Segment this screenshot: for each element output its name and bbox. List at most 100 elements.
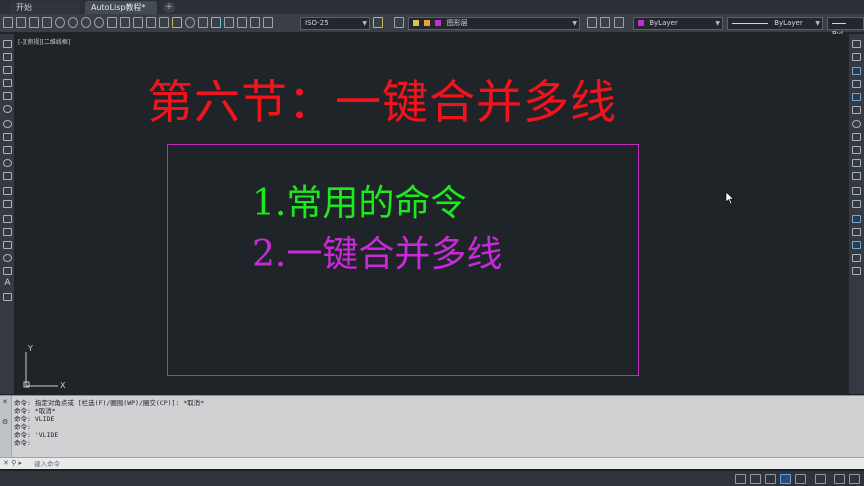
command-input[interactable] <box>34 459 854 468</box>
new-tab-button[interactable]: + <box>163 2 175 13</box>
command-window-grip[interactable]: ✕ ⚙ <box>0 396 12 458</box>
command-history-line: 命令: 指定对角点或 [栏选(F)/圈围(WP)/圈交(CP)]: *取消* <box>14 399 205 407</box>
object-snap-icon[interactable] <box>795 474 806 484</box>
dimension-break-icon[interactable] <box>159 17 169 28</box>
ucs-y-label: Y <box>27 344 33 353</box>
layer-name: 图形层 <box>446 19 468 27</box>
center-mark-icon[interactable] <box>185 17 195 28</box>
sun-icon <box>424 20 431 26</box>
lineweight-select[interactable]: ByL <box>827 17 864 38</box>
erase-icon[interactable] <box>852 40 861 48</box>
trim-icon[interactable] <box>852 159 861 167</box>
color-value: ByLayer <box>649 19 678 27</box>
drawing-canvas[interactable]: [-][俯视][二维线框] 第六节：一键合并多线 1.常用的命令 2.一键合并多… <box>16 34 848 394</box>
dimension-ordinate-icon[interactable] <box>42 17 52 28</box>
dimension-radius-icon[interactable] <box>55 17 65 28</box>
dimension-style-manager-icon[interactable] <box>373 17 383 28</box>
ellipse-icon[interactable] <box>3 159 12 167</box>
construction-line-icon[interactable] <box>3 53 12 61</box>
ucs-icon: Y X <box>23 344 66 390</box>
color-select[interactable]: ByLayer ▼ <box>633 17 723 30</box>
mirror-icon[interactable] <box>852 67 861 75</box>
stretch-icon[interactable] <box>852 146 861 154</box>
viewport-controls-label[interactable]: [-][俯视][二维线框] <box>18 37 70 46</box>
layer-select[interactable]: 图形层 ▼ <box>408 17 580 30</box>
dimension-diameter-icon[interactable] <box>81 17 91 28</box>
tab-start[interactable]: 开始 <box>10 1 80 14</box>
layer-match-icon[interactable] <box>614 17 624 28</box>
command-history-line: 命令: <box>14 439 31 447</box>
snap-mode-icon[interactable] <box>750 474 761 484</box>
ucs-x-label: X <box>60 381 66 390</box>
inspection-icon[interactable] <box>198 17 208 28</box>
copy-icon[interactable] <box>852 53 861 61</box>
insert-block-icon[interactable] <box>3 187 12 195</box>
slide-heading: 第六节：一键合并多线 <box>147 75 617 129</box>
array-icon[interactable] <box>852 93 861 101</box>
layer-properties-icon[interactable] <box>394 17 404 28</box>
dimension-edit-icon[interactable] <box>224 17 234 28</box>
workspace-switch-icon[interactable] <box>834 474 845 484</box>
explode-icon[interactable] <box>852 267 861 275</box>
rectangle-icon[interactable] <box>3 92 12 100</box>
linetype-select[interactable]: ByLayer ▼ <box>727 17 823 30</box>
arc-icon[interactable] <box>3 105 12 113</box>
dimension-angular-icon[interactable] <box>94 17 104 28</box>
move-icon[interactable] <box>852 106 861 114</box>
spline-icon[interactable] <box>3 146 12 154</box>
dimension-continue-icon[interactable] <box>133 17 143 28</box>
gradient-icon[interactable] <box>3 241 12 249</box>
polyline-icon[interactable] <box>3 66 12 74</box>
dimension-style-value: ISO-25 <box>305 19 329 27</box>
polygon-icon[interactable] <box>3 79 12 87</box>
region-icon[interactable] <box>3 254 12 262</box>
break-at-point-icon[interactable] <box>852 187 861 195</box>
make-block-icon[interactable] <box>3 200 12 208</box>
dimension-style-icon[interactable] <box>263 17 273 28</box>
join-icon[interactable] <box>852 215 861 223</box>
ortho-mode-icon[interactable] <box>765 474 776 484</box>
scale-icon[interactable] <box>852 133 861 141</box>
dimension-jogged-icon[interactable] <box>68 17 78 28</box>
dimension-update-icon[interactable] <box>250 17 260 28</box>
lightbulb-icon <box>413 20 419 26</box>
blend-curves-icon[interactable] <box>852 254 861 262</box>
quick-dimension-icon[interactable] <box>107 17 117 28</box>
dimension-text-edit-icon[interactable] <box>237 17 247 28</box>
dimension-linear-icon[interactable] <box>3 17 13 28</box>
dimension-aligned-icon[interactable] <box>16 17 26 28</box>
revision-cloud-icon[interactable] <box>3 133 12 141</box>
extend-icon[interactable] <box>852 172 861 180</box>
layer-previous-icon[interactable] <box>600 17 610 28</box>
multiline-text-icon[interactable]: A <box>3 278 12 288</box>
grid-display-icon[interactable] <box>735 474 746 484</box>
dimension-style-select[interactable]: ISO-25 ▼ <box>300 17 370 30</box>
jogged-linear-icon[interactable] <box>211 17 221 28</box>
tolerance-icon[interactable] <box>172 17 182 28</box>
hatch-icon[interactable] <box>3 228 12 236</box>
dimension-arc-icon[interactable] <box>29 17 39 28</box>
point-icon[interactable] <box>3 215 12 223</box>
polar-tracking-icon[interactable] <box>780 474 791 484</box>
break-icon[interactable] <box>852 200 861 208</box>
chamfer-icon[interactable] <box>852 228 861 236</box>
line-icon[interactable] <box>3 40 12 48</box>
offset-icon[interactable] <box>852 80 861 88</box>
fillet-icon[interactable] <box>852 241 861 249</box>
table-icon[interactable] <box>3 267 12 275</box>
add-selected-icon[interactable] <box>3 293 12 301</box>
command-history-line: 命令: <box>14 423 31 431</box>
command-history-panel: ✕ ⚙ 命令: 指定对角点或 [栏选(F)/圈围(WP)/圈交(CP)]: *取… <box>0 395 864 458</box>
dimension-space-icon[interactable] <box>146 17 156 28</box>
dimension-baseline-icon[interactable] <box>120 17 130 28</box>
close-icon[interactable]: ✕ <box>2 398 8 406</box>
annotation-scale-icon[interactable] <box>815 474 826 484</box>
command-prompt-icon[interactable]: ✕ ⚲ ▸ <box>3 459 22 467</box>
make-current-layer-icon[interactable] <box>587 17 597 28</box>
wrench-icon[interactable]: ⚙ <box>2 418 8 426</box>
customization-icon[interactable] <box>849 474 860 484</box>
rotate-icon[interactable] <box>852 120 861 128</box>
circle-icon[interactable] <box>3 120 12 128</box>
tab-autolisp-tutorial[interactable]: AutoLisp教程* <box>85 1 157 14</box>
ellipse-arc-icon[interactable] <box>3 172 12 180</box>
